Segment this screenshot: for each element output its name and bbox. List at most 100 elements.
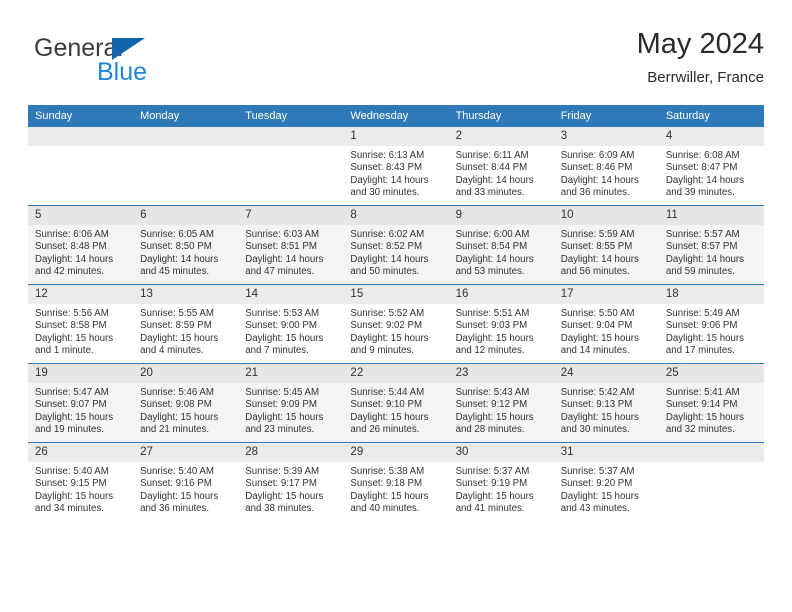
day-number [238, 127, 344, 146]
calendar-day-cell[interactable]: 17 Sunrise: 5:50 AM Sunset: 9:04 PM Dayligh… [553, 284, 659, 364]
calendar-day-cell[interactable]: 1 Sunrise: 6:13 AM Sunset: 8:43 PM Daylight… [343, 127, 449, 206]
day-details: Sunrise: 5:55 AM Sunset: 8:59 PM Daylight:… [133, 304, 238, 358]
title-block: May 2024 Berrwiller, France [637, 26, 764, 89]
daylight-text-line1: Daylight: 15 hours [560, 332, 639, 344]
calendar-day-cell[interactable]: 11 Sunrise: 5:57 AM Sunset: 8:57 PM Dayligh… [658, 205, 764, 285]
calendar-day-cell[interactable]: 23 Sunrise: 5:43 AM Sunset: 9:12 PM Dayligh… [448, 363, 554, 443]
calendar-day-cell[interactable]: 21 Sunrise: 5:45 AM Sunset: 9:09 PM Dayligh… [238, 363, 344, 443]
day-number: 25 [658, 364, 764, 383]
daylight-text-line1: Daylight: 15 hours [455, 332, 534, 344]
calendar-day-cell[interactable]: 7 Sunrise: 6:03 AM Sunset: 8:51 PM Daylight… [238, 205, 344, 285]
sunrise-text: Sunrise: 5:51 AM [455, 308, 530, 319]
calendar-day-cell[interactable]: 15 Sunrise: 5:52 AM Sunset: 9:02 PM Dayligh… [343, 284, 449, 364]
day-details: Sunrise: 5:38 AM Sunset: 9:18 PM Daylight:… [343, 462, 448, 516]
daylight-text-line1: Daylight: 14 hours [245, 253, 324, 265]
daylight-text-line2: and 34 minutes. [35, 503, 104, 515]
daylight-text-line2: and 28 minutes. [455, 424, 525, 436]
daylight-text-line2: and 4 minutes. [140, 345, 204, 357]
calendar-day-cell[interactable]: 24 Sunrise: 5:42 AM Sunset: 9:13 PM Dayligh… [553, 363, 659, 443]
daylight-text-line1: Daylight: 14 hours [455, 253, 534, 265]
daylight-text-line2: and 23 minutes. [245, 424, 315, 436]
daylight-text-line2: and 43 minutes. [560, 503, 630, 515]
calendar-day-cell[interactable]: 6 Sunrise: 6:05 AM Sunset: 8:50 PM Daylight… [133, 205, 239, 285]
calendar-day-cell[interactable]: 25 Sunrise: 5:41 AM Sunset: 9:14 PM Dayligh… [658, 363, 764, 443]
daylight-text-line1: Daylight: 15 hours [455, 411, 534, 423]
weekday-header-monday: Monday [133, 105, 239, 127]
calendar-day-cell[interactable]: 2 Sunrise: 6:11 AM Sunset: 8:44 PM Daylight… [448, 127, 554, 206]
sunrise-text: Sunrise: 6:00 AM [455, 229, 530, 240]
calendar-day-cell[interactable]: 10 Sunrise: 5:59 AM Sunset: 8:55 PM Dayligh… [553, 205, 659, 285]
sunrise-text: Sunrise: 5:49 AM [665, 308, 740, 319]
sunset-text: Sunset: 8:46 PM [560, 162, 633, 174]
daylight-text-line1: Daylight: 15 hours [665, 411, 744, 423]
day-details: Sunrise: 5:50 AM Sunset: 9:04 PM Daylight:… [554, 304, 659, 358]
day-details: Sunrise: 5:37 AM Sunset: 9:20 PM Daylight:… [554, 462, 659, 516]
sunrise-text: Sunrise: 5:42 AM [560, 387, 635, 398]
day-number: 22 [343, 364, 449, 383]
calendar-day-cell[interactable]: 19 Sunrise: 5:47 AM Sunset: 9:07 PM Dayligh… [28, 363, 134, 443]
day-details: Sunrise: 6:11 AM Sunset: 8:44 PM Daylight:… [449, 146, 554, 200]
calendar-day-cell[interactable]: 31 Sunrise: 5:37 AM Sunset: 9:20 PM Dayligh… [553, 442, 659, 521]
calendar-day-cell[interactable]: 20 Sunrise: 5:46 AM Sunset: 9:08 PM Dayligh… [133, 363, 239, 443]
day-number: 9 [448, 206, 554, 225]
daylight-text-line1: Daylight: 15 hours [350, 332, 429, 344]
sunrise-text: Sunrise: 5:40 AM [140, 466, 214, 477]
page-title: May 2024 [636, 28, 764, 60]
sunrise-text: Sunrise: 6:02 AM [350, 229, 425, 240]
calendar-day-cell[interactable]: 16 Sunrise: 5:51 AM Sunset: 9:03 PM Dayligh… [448, 284, 554, 364]
day-number: 8 [343, 206, 449, 225]
day-details: Sunrise: 6:02 AM Sunset: 8:52 PM Daylight:… [343, 225, 448, 279]
daylight-text-line1: Daylight: 15 hours [140, 490, 219, 502]
calendar-day-cell[interactable]: 29 Sunrise: 5:38 AM Sunset: 9:18 PM Dayligh… [343, 442, 449, 521]
calendar-week-row: 19 Sunrise: 5:47 AM Sunset: 9:07 PM Dayligh… [28, 363, 764, 443]
sunset-text: Sunset: 8:57 PM [665, 241, 738, 253]
calendar-day-cell[interactable]: 13 Sunrise: 5:55 AM Sunset: 8:59 PM Dayligh… [133, 284, 239, 364]
daylight-text-line2: and 14 minutes. [560, 345, 630, 357]
calendar-day-cell[interactable]: 18 Sunrise: 5:49 AM Sunset: 9:06 PM Dayligh… [658, 284, 764, 364]
day-number: 28 [238, 443, 344, 462]
sunset-text: Sunset: 9:06 PM [665, 320, 738, 332]
calendar-day-cell[interactable]: 4 Sunrise: 6:08 AM Sunset: 8:47 PM Daylight… [658, 127, 764, 206]
daylight-text-line2: and 45 minutes. [140, 266, 210, 278]
sunrise-text: Sunrise: 5:39 AM [245, 466, 320, 477]
calendar-day-cell[interactable]: 12 Sunrise: 5:56 AM Sunset: 8:58 PM Dayligh… [28, 284, 134, 364]
daylight-text-line2: and 41 minutes. [455, 503, 525, 515]
calendar-day-cell[interactable]: 26 Sunrise: 5:40 AM Sunset: 9:15 PM Dayligh… [28, 442, 134, 521]
daylight-text-line2: and 30 minutes. [350, 187, 420, 199]
calendar-day-cell[interactable]: 28 Sunrise: 5:39 AM Sunset: 9:17 PM Dayligh… [238, 442, 344, 521]
sunset-text: Sunset: 9:13 PM [560, 399, 633, 411]
daylight-text-line2: and 9 minutes. [350, 345, 414, 357]
day-details: Sunrise: 5:49 AM Sunset: 9:06 PM Daylight:… [659, 304, 764, 358]
sunrise-text: Sunrise: 6:06 AM [35, 229, 109, 240]
daylight-text-line1: Daylight: 14 hours [350, 253, 429, 265]
sunrise-text: Sunrise: 5:37 AM [455, 466, 530, 477]
general-blue-logo[interactable]: General Blue [34, 34, 244, 94]
calendar-day-cell[interactable]: 5 Sunrise: 6:06 AM Sunset: 8:48 PM Daylight… [28, 205, 134, 285]
calendar-day-cell[interactable]: 27 Sunrise: 5:40 AM Sunset: 9:16 PM Dayligh… [133, 442, 239, 521]
daylight-text-line1: Daylight: 15 hours [350, 490, 429, 502]
sunset-text: Sunset: 9:20 PM [560, 478, 633, 490]
day-details: Sunrise: 5:39 AM Sunset: 9:17 PM Daylight:… [238, 462, 343, 516]
calendar-day-cell[interactable]: 8 Sunrise: 6:02 AM Sunset: 8:52 PM Daylight… [343, 205, 449, 285]
daylight-text-line1: Daylight: 15 hours [245, 490, 324, 502]
weekday-header-thursday: Thursday [448, 105, 554, 127]
day-number [133, 127, 239, 146]
calendar-day-cell[interactable]: 14 Sunrise: 5:53 AM Sunset: 9:00 PM Dayligh… [238, 284, 344, 364]
daylight-text-line2: and 1 minute. [35, 345, 94, 357]
day-details [238, 146, 343, 150]
sunrise-text: Sunrise: 5:59 AM [560, 229, 635, 240]
calendar-day-cell[interactable]: 22 Sunrise: 5:44 AM Sunset: 9:10 PM Dayligh… [343, 363, 449, 443]
day-details: Sunrise: 5:56 AM Sunset: 8:58 PM Daylight:… [28, 304, 133, 358]
calendar-day-cell[interactable]: 30 Sunrise: 5:37 AM Sunset: 9:19 PM Dayligh… [448, 442, 554, 521]
weekday-header-wednesday: Wednesday [343, 105, 449, 127]
logo-text-blue: Blue [97, 58, 148, 86]
sunrise-text: Sunrise: 5:41 AM [665, 387, 740, 398]
sunrise-text: Sunrise: 5:45 AM [245, 387, 320, 398]
calendar-day-cell[interactable]: 9 Sunrise: 6:00 AM Sunset: 8:54 PM Daylight… [448, 205, 554, 285]
sunset-text: Sunset: 9:10 PM [350, 399, 423, 411]
sunrise-text: Sunrise: 5:43 AM [455, 387, 530, 398]
calendar-week-row: 5 Sunrise: 6:06 AM Sunset: 8:48 PM Daylight… [28, 205, 764, 285]
daylight-text-line1: Daylight: 15 hours [455, 490, 534, 502]
daylight-text-line2: and 56 minutes. [560, 266, 630, 278]
calendar-day-cell[interactable]: 3 Sunrise: 6:09 AM Sunset: 8:46 PM Daylight… [553, 127, 659, 206]
